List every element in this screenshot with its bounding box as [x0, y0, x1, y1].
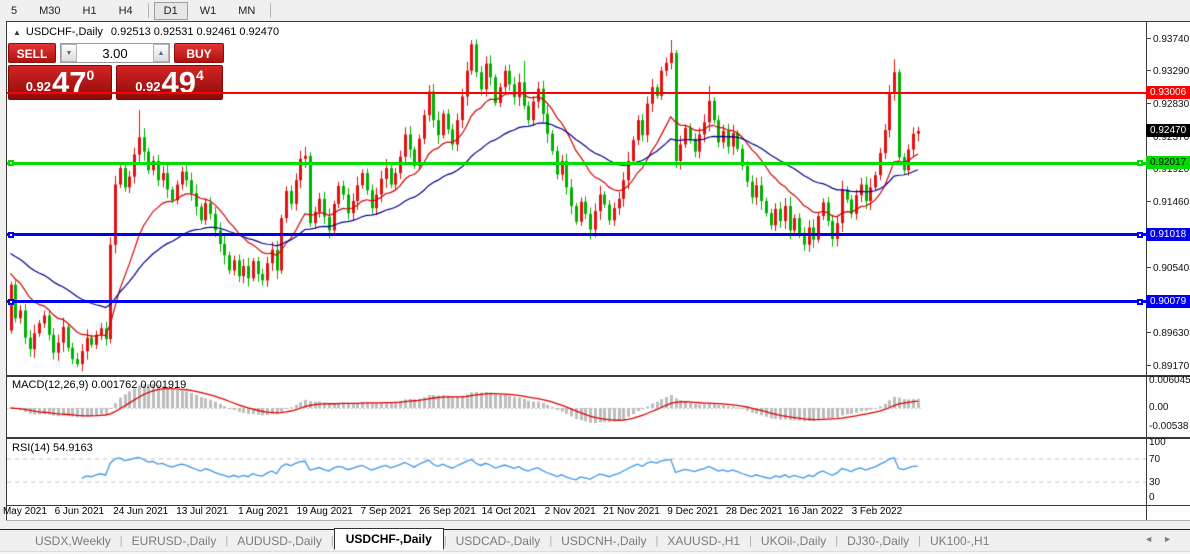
volume-spinner: ▼ ▲: [60, 43, 170, 63]
line-handle[interactable]: [8, 231, 14, 238]
price-badge-0.92470: 0.92470: [1146, 123, 1190, 137]
timeframe-toolbar: 5 M30 H1 H4 D1 W1 MN: [0, 0, 1190, 21]
rsi-indicator-label: RSI(14) 54.9163: [12, 442, 93, 454]
chart-tab-uk100-h1[interactable]: UK100-,H1: [921, 532, 998, 550]
rsi-indicator-canvas[interactable]: [7, 439, 1146, 505]
price-tick: 0.89170: [1147, 361, 1189, 372]
line-handle[interactable]: [8, 160, 14, 167]
chart-window-top-border: [6, 21, 1190, 22]
trade-prices-row: 0.92 47 0 0.92 49 4: [8, 65, 224, 100]
trading-platform-window: 5 M30 H1 H4 D1 W1 MN ▲ USDCHF-,Daily 0.92513 0.9…: [0, 0, 1190, 554]
toolbar-divider: [147, 3, 149, 18]
sell-price-pip: 0: [86, 67, 95, 83]
timeframe-button-D1[interactable]: D1: [153, 1, 188, 20]
horizontal-line-0.91018[interactable]: [7, 233, 1146, 237]
macd-axis-label: 0.00: [1149, 402, 1169, 413]
timeframe-button-H4[interactable]: H4: [109, 2, 143, 20]
chart-tab-xauusd-h1[interactable]: XAUUSD-,H1: [658, 532, 749, 550]
buy-price-panel[interactable]: 0.92 49 4: [116, 65, 223, 100]
chart-title-bar: ▲ USDCHF-,Daily 0.92513 0.92531 0.92461 0.…: [13, 26, 279, 38]
price-tick: 0.92830: [1147, 99, 1189, 110]
chart-tab-eurusd-daily[interactable]: EURUSD-,Daily: [123, 532, 226, 550]
horizontal-line-0.92017[interactable]: [7, 161, 1146, 165]
tab-navigation: ◄►: [1144, 534, 1182, 544]
line-handle[interactable]: [8, 298, 14, 305]
chart-tab-usdcad-daily[interactable]: USDCAD-,Daily: [447, 532, 550, 550]
trade-controls-row: SELL ▼ ▲ BUY: [8, 43, 224, 63]
date-label: 3 Feb 2022: [851, 506, 903, 517]
ohlc-quote-text: 0.92513 0.92531 0.92461 0.92470: [110, 26, 280, 38]
price-tick: 0.91460: [1147, 197, 1189, 208]
chart-tab-audusd-daily[interactable]: AUDUSD-,Daily: [228, 532, 331, 550]
buy-button[interactable]: BUY: [174, 43, 224, 63]
collapse-triangle-icon[interactable]: ▲: [13, 28, 21, 37]
chart-tab-usdchf-daily[interactable]: USDCHF-,Daily: [333, 527, 444, 550]
rsi-pane-separator[interactable]: [6, 437, 1190, 439]
chart-tab-dj30-daily[interactable]: DJ30-,Daily: [838, 532, 918, 550]
date-axis: 18 May 20216 Jun 202124 Jun 202113 Jul 2…: [0, 506, 1146, 520]
timeframe-button-H1[interactable]: H1: [73, 2, 107, 20]
sell-button[interactable]: SELL: [8, 43, 56, 63]
rsi-axis-label: 100: [1149, 437, 1166, 448]
sell-price-panel[interactable]: 0.92 47 0: [8, 65, 112, 100]
rsi-axis-label: 70: [1149, 454, 1161, 465]
macd-axis-label: 0.006045: [1149, 375, 1190, 386]
line-handle[interactable]: [1137, 298, 1143, 305]
chart-window-bottom-border: [6, 520, 1190, 521]
price-badge-0.91018: 0.91018: [1146, 227, 1190, 241]
volume-decrease-icon[interactable]: ▼: [61, 44, 77, 62]
chart-tab-bar: USDX,Weekly | EURUSD-,Daily | AUDUSD-,Daily |…: [0, 527, 1190, 551]
rsi-axis-label: 30: [1149, 477, 1161, 488]
horizontal-line-0.90079[interactable]: [7, 300, 1146, 304]
timeframe-button-W1[interactable]: W1: [190, 2, 227, 20]
volume-increase-icon[interactable]: ▲: [153, 44, 169, 62]
timeframe-button-M30[interactable]: M30: [29, 2, 70, 20]
buy-price-pip: 4: [196, 67, 204, 83]
macd-axis-label: -0.00538: [1149, 421, 1189, 432]
rsi-axis-label: 0: [1149, 492, 1155, 503]
price-tick: 0.93740: [1147, 34, 1189, 45]
chart-symbol-title: USDCHF-,Daily: [25, 26, 103, 38]
macd-indicator-label: MACD(12,26,9) 0.001762 0.001919: [12, 379, 187, 391]
chart-tab-usdx-weekly[interactable]: USDX,Weekly: [26, 532, 120, 550]
price-tick: 0.93290: [1147, 66, 1189, 77]
price-tick: 0.89630: [1147, 328, 1189, 339]
macd-pane-separator[interactable]: [6, 375, 1190, 377]
toolbar-divider: [270, 3, 272, 18]
line-handle[interactable]: [1137, 160, 1143, 167]
price-badge-0.92017: 0.92017: [1146, 156, 1190, 170]
line-handle[interactable]: [1137, 231, 1143, 238]
price-badge-0.90079: 0.90079: [1146, 294, 1190, 308]
chart-tab-ukoil-daily[interactable]: UKOil-,Daily: [752, 532, 835, 550]
price-badge-0.93006: 0.93006: [1146, 85, 1190, 99]
price-tick: 0.90540: [1147, 263, 1189, 274]
tab-nav-left-icon[interactable]: ◄: [1144, 534, 1163, 544]
horizontal-line-0.93006[interactable]: [7, 91, 1146, 94]
tab-nav-right-icon[interactable]: ►: [1163, 534, 1182, 544]
chart-tab-usdcnh-daily[interactable]: USDCNH-,Daily: [552, 532, 655, 550]
timeframe-button-MN[interactable]: MN: [228, 2, 265, 20]
timeframe-button-5[interactable]: 5: [1, 2, 27, 20]
volume-input[interactable]: [77, 44, 153, 62]
